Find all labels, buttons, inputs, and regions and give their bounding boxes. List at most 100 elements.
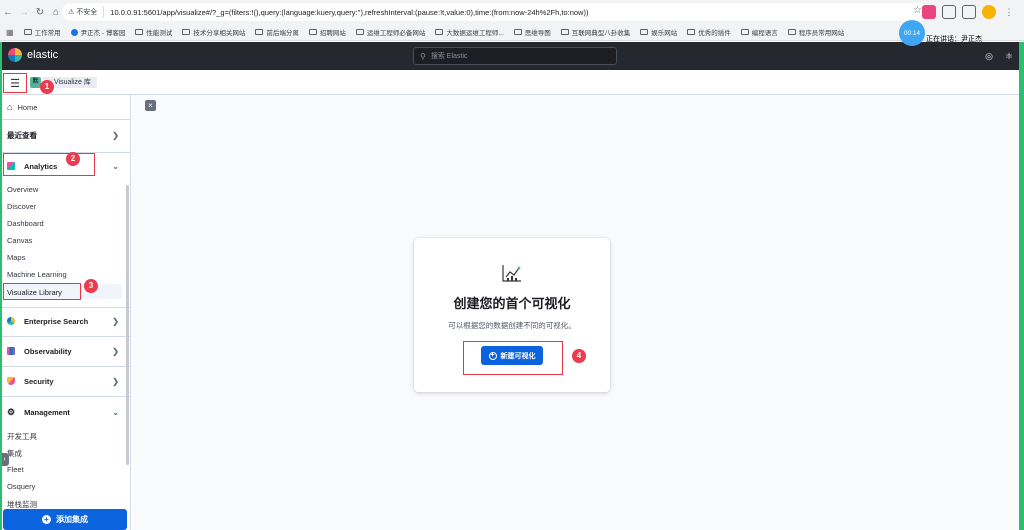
nav-observability[interactable]: Observability ❯ bbox=[0, 344, 130, 358]
divider bbox=[0, 307, 130, 308]
gear-icon: ⚙ bbox=[7, 406, 16, 417]
bookmark-item[interactable]: 编程语言 bbox=[740, 27, 778, 37]
nav-machine-learning[interactable]: Machine Learning bbox=[7, 270, 67, 279]
empty-state-description: 可以根据您的数据创建不同的可视化。 bbox=[448, 321, 576, 330]
screen-share-border-left bbox=[0, 42, 2, 530]
address-bar[interactable]: ⚠ 不安全 10.0.0.91:5601/app/visualize#/?_g=(… bbox=[62, 3, 928, 21]
sidepanel-icon[interactable] bbox=[962, 5, 976, 19]
folder-icon bbox=[23, 29, 32, 35]
meeting-timer: 00:14 bbox=[899, 20, 925, 46]
back-icon[interactable]: ← bbox=[0, 4, 16, 20]
observability-icon bbox=[7, 347, 15, 355]
site-icon bbox=[70, 28, 78, 36]
apps-grid-icon[interactable]: ▦ bbox=[6, 28, 14, 37]
nav-maps[interactable]: Maps bbox=[7, 253, 25, 262]
bookmark-star-icon[interactable]: ☆ bbox=[913, 5, 922, 16]
nav-enterprise-search[interactable]: Enterprise Search ❯ bbox=[0, 314, 130, 328]
nav-discover[interactable]: Discover bbox=[7, 202, 36, 211]
nav-menu-button[interactable]: ☰ bbox=[3, 73, 27, 93]
folder-icon bbox=[135, 29, 144, 35]
help-icon[interactable]: ◎ bbox=[983, 50, 995, 62]
annotation-badge-4: 4 bbox=[572, 349, 586, 363]
security-icon bbox=[7, 377, 15, 385]
insecure-indicator[interactable]: ⚠ 不安全 bbox=[68, 6, 105, 18]
folder-icon bbox=[687, 29, 696, 35]
nav-fleet[interactable]: Fleet bbox=[7, 465, 24, 474]
add-integration-button[interactable]: + 添加集成 bbox=[3, 509, 127, 530]
bookmark-item[interactable]: 程序员常用网站 bbox=[787, 27, 844, 37]
divider bbox=[0, 366, 130, 367]
hamburger-icon: ☰ bbox=[10, 77, 20, 90]
home-icon: ⌂ bbox=[7, 102, 13, 112]
nav-canvas[interactable]: Canvas bbox=[7, 236, 32, 245]
bookmark-item[interactable]: 前后端分离 bbox=[255, 27, 299, 37]
profile-icon[interactable] bbox=[982, 5, 996, 19]
annotation-badge-1: 1 bbox=[40, 80, 54, 94]
folder-icon bbox=[513, 29, 522, 35]
elastic-logo-icon bbox=[8, 48, 22, 62]
folder-icon bbox=[255, 29, 264, 35]
bookmark-item[interactable]: 技术分享相关网站 bbox=[182, 27, 245, 37]
divider bbox=[0, 396, 130, 397]
folder-icon bbox=[560, 29, 569, 35]
extension-icon[interactable] bbox=[922, 5, 936, 19]
empty-state-title: 创建您的首个可视化 bbox=[453, 296, 571, 311]
sidebar-scrollbar[interactable] bbox=[126, 185, 129, 465]
chevron-down-icon: ⌄ bbox=[112, 407, 119, 417]
annotation-badge-3: 3 bbox=[84, 279, 98, 293]
nav-osquery[interactable]: Osquery bbox=[7, 482, 35, 491]
nav-management[interactable]: ⚙ Management ⌄ bbox=[0, 405, 130, 419]
search-icon: ⚲ bbox=[420, 51, 426, 61]
nav-dev-tools[interactable]: 开发工具 bbox=[7, 431, 37, 442]
bookmark-item[interactable]: 思维导图 bbox=[513, 27, 551, 37]
nav-dashboard[interactable]: Dashboard bbox=[7, 219, 44, 228]
bookmark-item[interactable]: 尹正杰 - 博客园 bbox=[70, 27, 125, 37]
url-text: 10.0.0.91:5601/app/visualize#/?_g=(filte… bbox=[110, 7, 589, 17]
nav-overview[interactable]: Overview bbox=[7, 185, 38, 194]
close-icon[interactable]: × bbox=[145, 100, 156, 111]
screen-share-border-right bbox=[1019, 42, 1024, 530]
folder-icon bbox=[740, 29, 749, 35]
folder-icon bbox=[435, 29, 444, 35]
chevron-right-icon: ❯ bbox=[112, 346, 119, 356]
bookmark-item[interactable]: 互联网典型八卦收集 bbox=[560, 27, 630, 37]
nav-security[interactable]: Security ❯ bbox=[0, 374, 130, 388]
forward-icon[interactable]: → bbox=[16, 4, 32, 20]
visualize-app-icon bbox=[502, 265, 521, 282]
bookmark-item[interactable]: 大数据运维工程师... bbox=[435, 27, 504, 37]
newsfeed-icon[interactable]: ⚛ bbox=[1003, 50, 1015, 62]
annotation-badge-2: 2 bbox=[66, 152, 80, 166]
bookmark-item[interactable]: 性能测试 bbox=[135, 27, 172, 37]
bookmark-item[interactable]: 运维工程师必备网站 bbox=[355, 27, 425, 37]
bookmark-item[interactable]: 工作常用 bbox=[23, 27, 61, 37]
bookmark-item[interactable]: 招聘网站 bbox=[308, 27, 346, 37]
bookmarks-bar: ▦ 工作常用 尹正杰 - 博客园 性能测试 技术分享相关网站 前后端分离 招聘网… bbox=[0, 24, 1024, 41]
chevron-right-icon: ❯ bbox=[112, 316, 119, 326]
highlight-create-button bbox=[463, 341, 563, 375]
nav-recently-viewed[interactable]: 最近查看 ❯ bbox=[0, 128, 130, 142]
kibana-header: elastic ⚲ 搜索 Elastic ◎ ⚛ bbox=[0, 42, 1024, 70]
global-search-input[interactable]: ⚲ 搜索 Elastic bbox=[413, 47, 617, 65]
enterprise-search-icon bbox=[7, 317, 15, 325]
nav-integrations[interactable]: 集成 bbox=[7, 448, 22, 459]
reload-icon[interactable]: ↻ bbox=[32, 4, 48, 20]
folder-icon bbox=[355, 29, 364, 35]
speaking-indicator: 正在讲话：尹正杰 bbox=[926, 36, 982, 43]
folder-icon bbox=[308, 29, 317, 35]
breadcrumb-bar: ☰ 默 Visualize 库 bbox=[0, 70, 1024, 95]
chevron-right-icon: ❯ bbox=[112, 376, 119, 386]
folder-icon bbox=[182, 29, 191, 35]
divider bbox=[0, 336, 130, 337]
chevron-down-icon: ⌄ bbox=[112, 161, 119, 171]
menu-dots-icon[interactable]: ⋮ bbox=[1002, 5, 1016, 19]
elastic-logo[interactable]: elastic bbox=[8, 48, 58, 62]
folder-icon bbox=[787, 29, 796, 35]
divider bbox=[0, 119, 130, 120]
bookmark-item[interactable]: 优秀的插件 bbox=[687, 27, 731, 37]
chevron-right-icon: ❯ bbox=[112, 130, 119, 140]
nav-home[interactable]: ⌂ Home bbox=[0, 100, 130, 114]
warning-icon: ⚠ bbox=[68, 9, 75, 16]
highlight-visualize-library bbox=[3, 283, 81, 300]
bookmark-item[interactable]: 娱乐网站 bbox=[640, 27, 677, 37]
puzzle-icon[interactable] bbox=[942, 5, 956, 19]
